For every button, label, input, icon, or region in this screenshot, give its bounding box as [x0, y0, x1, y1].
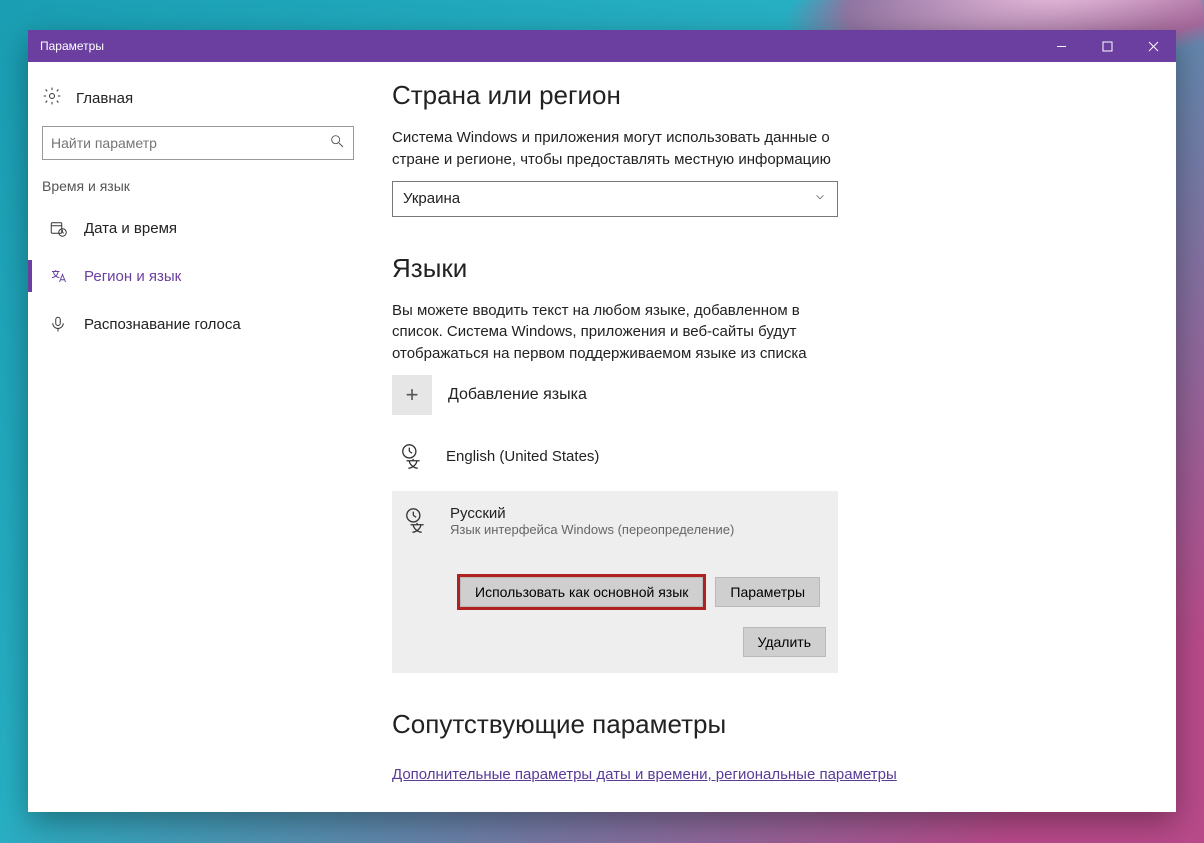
sidebar-item-speech[interactable]: Распознавание голоса [28, 300, 368, 348]
add-language-row[interactable]: + Добавление языка [392, 375, 1152, 415]
sidebar-item-label: Регион и язык [84, 268, 181, 285]
language-name: Русский [450, 505, 734, 522]
language-item-russian[interactable]: Русский Язык интерфейса Windows (переопр… [392, 491, 838, 673]
close-button[interactable] [1130, 30, 1176, 62]
region-heading: Страна или регион [392, 80, 1152, 111]
set-default-button[interactable]: Использовать как основной язык [460, 577, 703, 607]
sidebar-item-label: Распознавание голоса [84, 316, 241, 333]
related-settings-link[interactable]: Дополнительные параметры даты и времени,… [392, 766, 897, 783]
sidebar: Главная Время и язык Дата и время Реги [28, 62, 368, 812]
region-description: Система Windows и приложения могут испол… [392, 127, 832, 171]
language-subtitle: Язык интерфейса Windows (переопределение… [450, 522, 734, 537]
language-item-english[interactable]: English (United States) [392, 433, 838, 481]
home-link[interactable]: Главная [28, 80, 368, 126]
home-label: Главная [76, 90, 133, 107]
calendar-clock-icon [48, 219, 68, 237]
settings-window: Параметры Главная [28, 30, 1176, 812]
chevron-down-icon [813, 190, 827, 208]
related-heading: Сопутствующие параметры [392, 709, 1152, 740]
maximize-button[interactable] [1084, 30, 1130, 62]
add-language-label: Добавление языка [448, 386, 587, 404]
plus-icon: + [392, 375, 432, 415]
sidebar-section-label: Время и язык [28, 178, 368, 204]
language-icon [48, 267, 68, 285]
language-glyph-icon [402, 505, 434, 537]
country-dropdown[interactable]: Украина [392, 181, 838, 217]
titlebar: Параметры [28, 30, 1176, 62]
remove-language-button[interactable]: Удалить [743, 627, 826, 657]
sidebar-item-label: Дата и время [84, 220, 177, 237]
sidebar-item-date-time[interactable]: Дата и время [28, 204, 368, 252]
search-field[interactable] [51, 135, 329, 151]
language-name: English (United States) [446, 448, 599, 465]
minimize-button[interactable] [1038, 30, 1084, 62]
microphone-icon [48, 315, 68, 333]
window-title: Параметры [28, 39, 1038, 53]
sidebar-item-region-language[interactable]: Регион и язык [28, 252, 368, 300]
languages-description: Вы можете вводить текст на любом языке, … [392, 300, 832, 365]
languages-heading: Языки [392, 253, 1152, 284]
language-glyph-icon [398, 441, 430, 473]
language-options-button[interactable]: Параметры [715, 577, 820, 607]
country-selected: Украина [403, 190, 460, 207]
gear-icon [42, 86, 62, 110]
search-icon [329, 133, 345, 154]
search-input[interactable] [42, 126, 354, 160]
content-area: Страна или регион Система Windows и прил… [368, 62, 1176, 812]
